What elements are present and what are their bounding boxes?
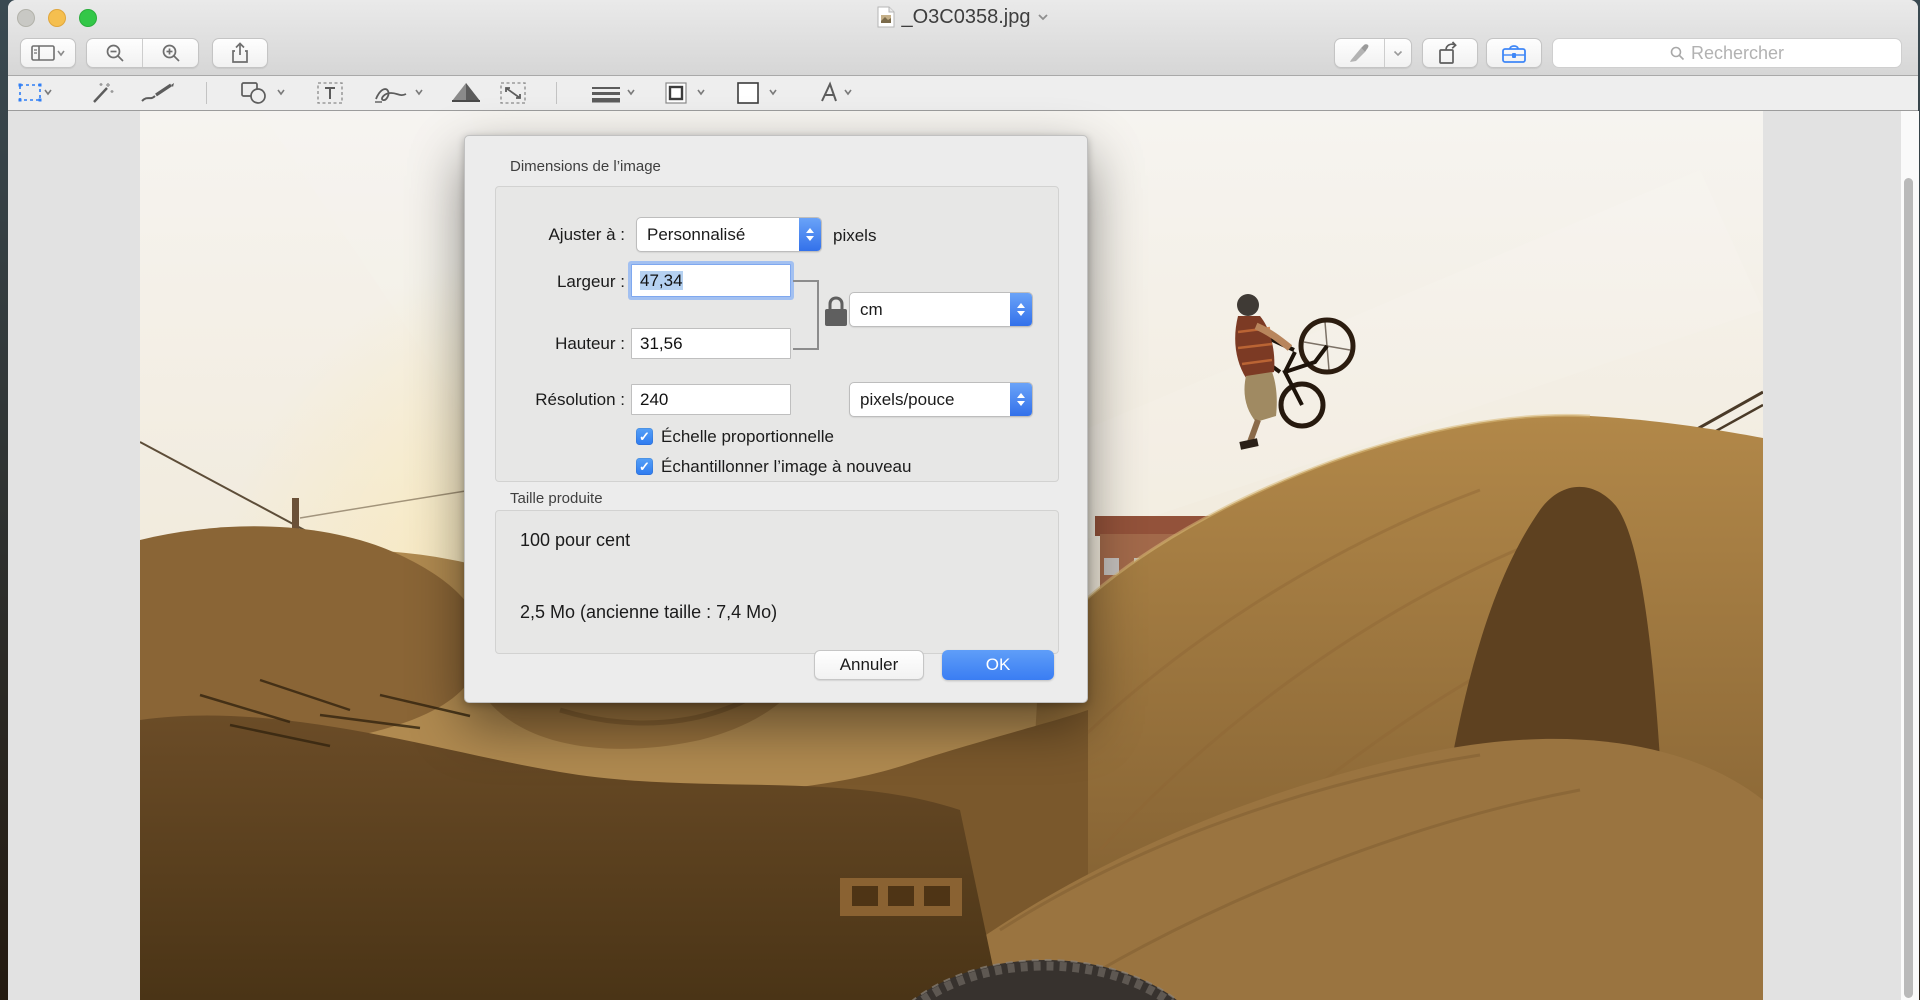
title-group: _O3C0358.jpg <box>8 4 1918 30</box>
toolbar-divider <box>556 82 557 104</box>
zoom-buttons <box>86 38 199 68</box>
width-field[interactable]: 47,34 <box>631 264 791 297</box>
document-proxy-icon[interactable] <box>877 6 895 28</box>
result-size: 2,5 Mo (ancienne taille : 7,4 Mo) <box>520 602 777 623</box>
height-field[interactable]: 31,56 <box>631 328 791 359</box>
unit-popup-value: cm <box>860 300 883 319</box>
screen: _O3C0358.jpg <box>0 0 1920 1000</box>
text-box-button[interactable] <box>316 80 344 106</box>
unit-popup[interactable]: cm <box>849 292 1033 327</box>
checkmark-icon: ✓ <box>639 429 650 445</box>
stepper-icon <box>799 218 821 251</box>
width-value: 47,34 <box>640 271 683 290</box>
markup-pen-icon <box>1348 43 1370 63</box>
result-section-title: Taille produite <box>510 490 603 507</box>
markup-toolbox-button[interactable] <box>1486 38 1542 68</box>
sidebar-view-button[interactable] <box>20 38 76 68</box>
zoom-in-button[interactable] <box>143 39 198 67</box>
chevron-down-icon <box>1393 50 1403 57</box>
checkmark-icon: ✓ <box>639 459 650 475</box>
resize-button[interactable] <box>498 80 528 106</box>
shapes-icon <box>240 81 288 105</box>
text-style-button[interactable] <box>816 80 856 106</box>
height-label: Hauteur : <box>475 328 625 359</box>
magic-wand-button[interactable] <box>88 80 114 106</box>
share-icon <box>231 42 249 64</box>
adjust-color-icon <box>448 81 484 105</box>
resolution-value: 240 <box>640 390 668 409</box>
zoom-out-button[interactable] <box>87 39 142 67</box>
resolution-label: Résolution : <box>475 384 625 415</box>
vertical-scrollbar-thumb[interactable] <box>1904 178 1913 998</box>
proportional-label: Échelle proportionnelle <box>661 428 834 445</box>
resolution-field[interactable]: 240 <box>631 384 791 415</box>
fit-popup[interactable]: Personnalisé <box>636 217 822 252</box>
adjust-color-button[interactable] <box>448 80 484 106</box>
fit-unit-label: pixels <box>833 226 876 246</box>
resolution-unit-popup[interactable]: pixels/pouce <box>849 382 1033 417</box>
selection-tool-button[interactable] <box>18 80 52 106</box>
border-color-icon <box>664 81 708 105</box>
adjust-size-dialog: Dimensions de l’image Ajuster à : Person… <box>464 135 1088 703</box>
line-style-icon <box>590 81 638 105</box>
text-style-icon <box>816 81 856 105</box>
result-percent: 100 pour cent <box>520 530 630 551</box>
markup-toolbar <box>8 76 1918 111</box>
border-color-button[interactable] <box>664 80 708 106</box>
line-style-button[interactable] <box>590 80 638 106</box>
selection-rect-icon <box>18 82 52 104</box>
stepper-icon <box>1010 383 1032 416</box>
sidebar-view-icon <box>31 45 65 61</box>
signature-icon <box>374 81 426 105</box>
fill-color-icon <box>736 81 780 105</box>
search-icon <box>1670 46 1685 61</box>
dimensions-section-title: Dimensions de l’image <box>510 158 661 175</box>
markup-pen-split-button <box>1334 38 1412 68</box>
search-field[interactable]: Rechercher <box>1552 38 1902 68</box>
resample-checkbox[interactable]: ✓ <box>636 458 653 475</box>
fill-color-button[interactable] <box>736 80 780 106</box>
sketch-tool-button[interactable] <box>140 80 176 106</box>
width-label: Largeur : <box>475 266 625 297</box>
title-chevron-icon[interactable] <box>1037 13 1049 21</box>
shapes-button[interactable] <box>240 80 288 106</box>
sketch-pen-icon <box>140 81 176 105</box>
resample-label: Échantillonner l’image à nouveau <box>661 458 911 475</box>
fit-popup-value: Personnalisé <box>647 225 745 244</box>
markup-pen-button[interactable] <box>1335 39 1384 67</box>
markup-toolbox-icon <box>1501 42 1527 64</box>
zoom-out-icon <box>105 43 125 63</box>
cancel-button[interactable]: Annuler <box>814 650 924 680</box>
markup-pen-chevron[interactable] <box>1385 39 1411 67</box>
height-value: 31,56 <box>640 334 683 353</box>
text-box-icon <box>316 81 344 105</box>
window-title: _O3C0358.jpg <box>902 6 1031 29</box>
resolution-unit-value: pixels/pouce <box>860 390 955 409</box>
lock-icon <box>825 298 847 326</box>
rotate-left-button[interactable] <box>1422 38 1478 68</box>
rotate-left-icon <box>1437 41 1463 65</box>
magic-wand-icon <box>88 81 114 105</box>
zoom-in-icon <box>161 43 181 63</box>
share-button[interactable] <box>212 38 268 68</box>
fit-label: Ajuster à : <box>475 219 625 250</box>
signature-button[interactable] <box>374 80 426 106</box>
wooden-pallet <box>840 878 962 916</box>
toolbar-divider <box>206 82 207 104</box>
resize-icon <box>498 81 528 105</box>
link-bracket <box>791 274 853 356</box>
search-placeholder: Rechercher <box>1691 43 1784 64</box>
ok-button[interactable]: OK <box>942 650 1054 680</box>
proportional-checkbox[interactable]: ✓ <box>636 428 653 445</box>
stepper-icon <box>1010 293 1032 326</box>
